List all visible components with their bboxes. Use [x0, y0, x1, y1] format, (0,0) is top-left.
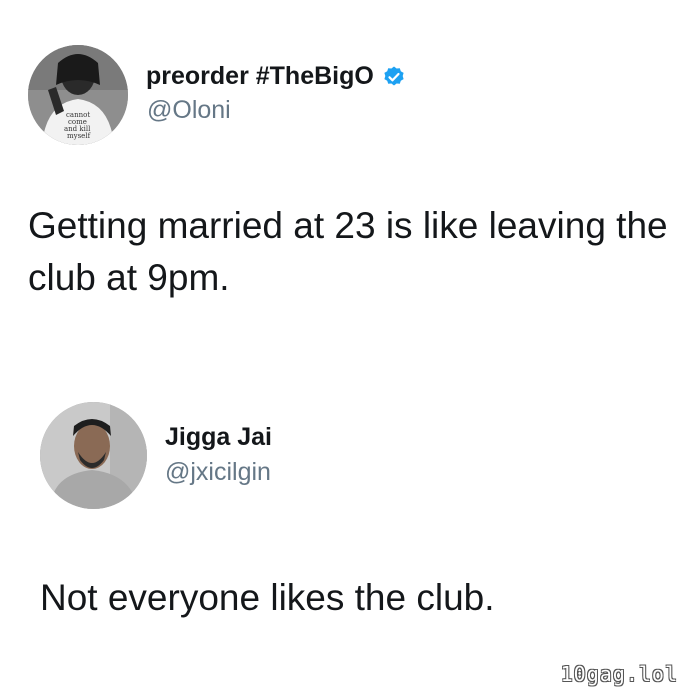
avatar[interactable]	[40, 402, 147, 509]
tweet-text: Not everyone likes the club.	[40, 577, 495, 618]
tweet-2: Jigga Jai @jxicilgin Not everyone likes …	[0, 0, 700, 700]
display-name[interactable]: Jigga Jai	[165, 423, 272, 452]
avatar-jxicilgin-image	[40, 402, 147, 509]
display-name-text: Jigga Jai	[165, 423, 272, 451]
handle[interactable]: @jxicilgin	[165, 458, 271, 487]
watermark: 10gag.lol	[560, 662, 678, 686]
